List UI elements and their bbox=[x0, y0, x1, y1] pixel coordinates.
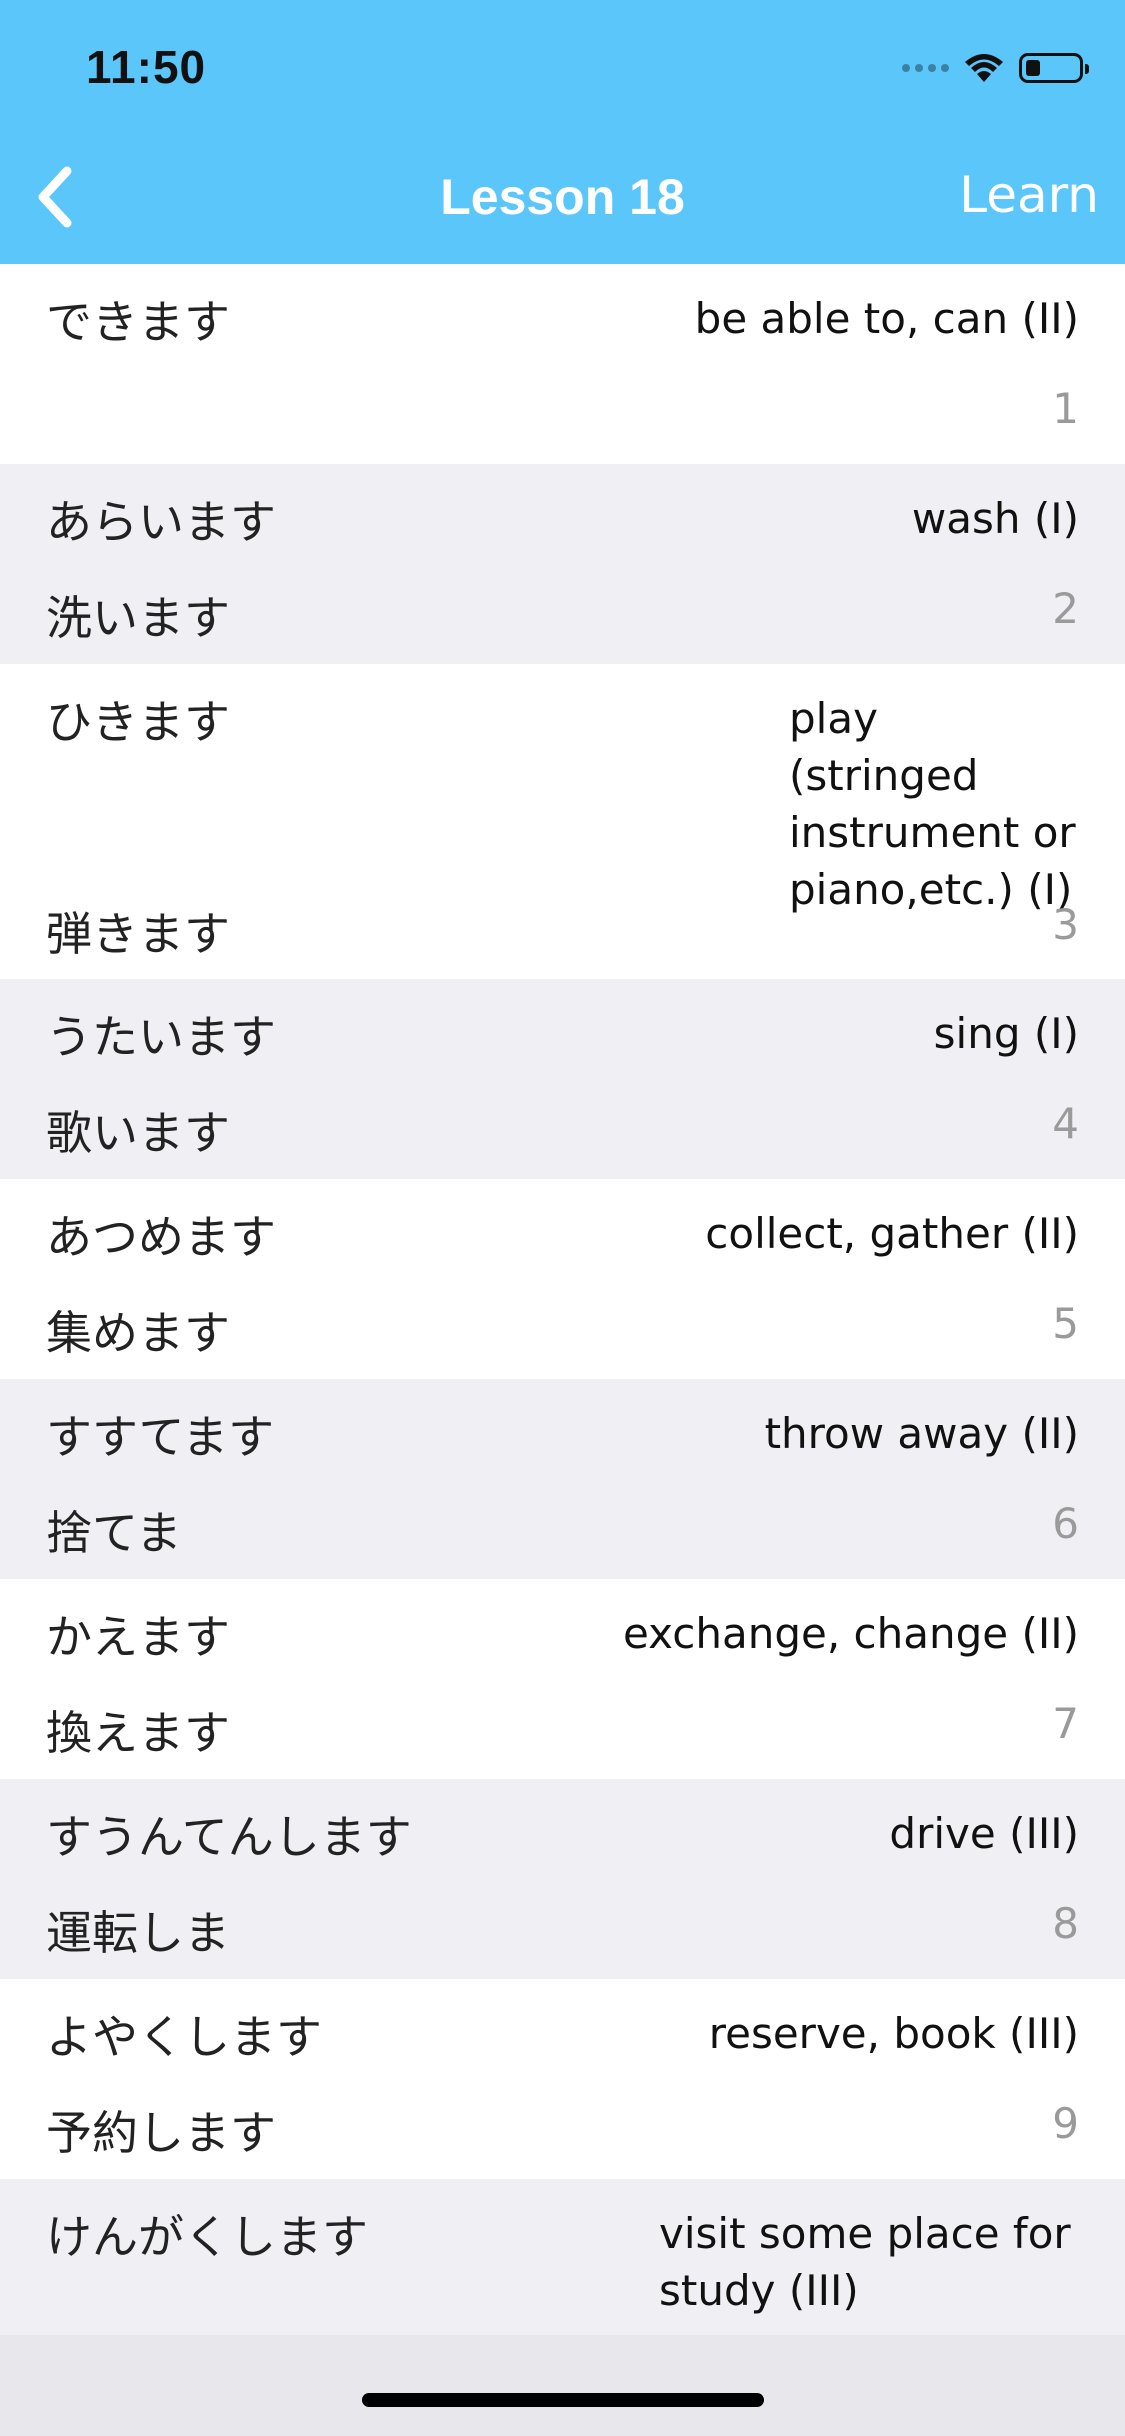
meaning-text: wash (I) bbox=[911, 494, 1079, 543]
screen: 11:50 Lesson 18 Learn できます be able to, c… bbox=[0, 0, 1125, 2436]
kana-text: けんがくします bbox=[46, 2210, 368, 2264]
item-number: 3 bbox=[1052, 900, 1079, 949]
status-icons bbox=[902, 46, 1089, 90]
list-item[interactable]: すすてます throw away (II) 捨てま 6 bbox=[0, 1379, 1125, 1579]
item-number: 1 bbox=[1052, 384, 1079, 433]
kana-text: すうんてんします bbox=[46, 1810, 412, 1864]
list-item[interactable]: すうんてんします drive (III) 運転しま 8 bbox=[0, 1779, 1125, 1979]
meaning-text: visit some place for study (III) bbox=[659, 2209, 1071, 2315]
meaning-text: exchange, change (II) bbox=[623, 1609, 1079, 1658]
list-item[interactable]: けんがくします visit some place for study (III) bbox=[0, 2179, 1125, 2335]
kanji-text: 運転しま bbox=[46, 1906, 230, 1960]
kanji-text: 捨てま bbox=[46, 1506, 182, 1560]
vocab-list: できます be able to, can (II) 1 あらいます wash (… bbox=[0, 264, 1125, 2335]
list-item[interactable]: うたいます sing (I) 歌います 4 bbox=[0, 979, 1125, 1179]
kanji-text: 換えます bbox=[46, 1706, 230, 1760]
meaning-text: drive (III) bbox=[889, 1809, 1079, 1858]
kana-text: かえます bbox=[46, 1610, 230, 1664]
kana-text: あらいます bbox=[46, 495, 276, 549]
kanji-text: 歌います bbox=[46, 1106, 230, 1160]
meaning-text: reserve, book (III) bbox=[708, 2009, 1079, 2058]
kana-text: よやくします bbox=[46, 2010, 322, 2064]
battery-icon bbox=[1019, 53, 1089, 83]
meaning-text: collect, gather (II) bbox=[705, 1209, 1079, 1258]
meaning-text: throw away (II) bbox=[764, 1409, 1079, 1458]
item-number: 5 bbox=[1052, 1299, 1079, 1348]
home-indicator-area bbox=[0, 2335, 1125, 2436]
meaning-text: be able to, can (II) bbox=[694, 294, 1079, 343]
item-number: 2 bbox=[1052, 584, 1079, 633]
item-number: 9 bbox=[1052, 2099, 1079, 2148]
item-number: 7 bbox=[1052, 1699, 1079, 1748]
kana-text: あつめます bbox=[46, 1210, 276, 1264]
item-number: 8 bbox=[1052, 1899, 1079, 1948]
list-item[interactable]: ひきます play (stringed instrument or piano,… bbox=[0, 664, 1125, 979]
kana-text: ひきます bbox=[46, 695, 230, 749]
kana-text: うたいます bbox=[46, 1010, 276, 1064]
meaning-text: sing (I) bbox=[933, 1009, 1079, 1058]
list-item[interactable]: あつめます collect, gather (II) 集めます 5 bbox=[0, 1179, 1125, 1379]
item-number: 4 bbox=[1052, 1099, 1079, 1148]
kanji-text: 予約します bbox=[46, 2106, 276, 2160]
home-indicator[interactable] bbox=[362, 2393, 764, 2407]
kanji-text: 弾きます bbox=[46, 907, 230, 961]
signal-dots-icon bbox=[902, 64, 949, 72]
page-title: Lesson 18 bbox=[440, 169, 685, 225]
wifi-icon bbox=[965, 54, 1003, 82]
header: 11:50 Lesson 18 Learn bbox=[0, 0, 1125, 264]
item-number: 6 bbox=[1052, 1499, 1079, 1548]
list-item[interactable]: よやくします reserve, book (III) 予約します 9 bbox=[0, 1979, 1125, 2179]
kana-text: すすてます bbox=[46, 1410, 275, 1464]
list-item[interactable]: あらいます wash (I) 洗います 2 bbox=[0, 464, 1125, 664]
status-time: 11:50 bbox=[86, 41, 207, 93]
kana-text: できます bbox=[46, 295, 230, 349]
list-item[interactable]: かえます exchange, change (II) 換えます 7 bbox=[0, 1579, 1125, 1779]
kanji-text: 洗います bbox=[46, 591, 230, 645]
learn-button[interactable]: Learn bbox=[959, 166, 1099, 224]
meaning-text: play (stringed instrument or piano,etc.)… bbox=[789, 694, 1076, 914]
kanji-text: 集めます bbox=[46, 1306, 230, 1360]
list-item[interactable]: できます be able to, can (II) 1 bbox=[0, 264, 1125, 464]
